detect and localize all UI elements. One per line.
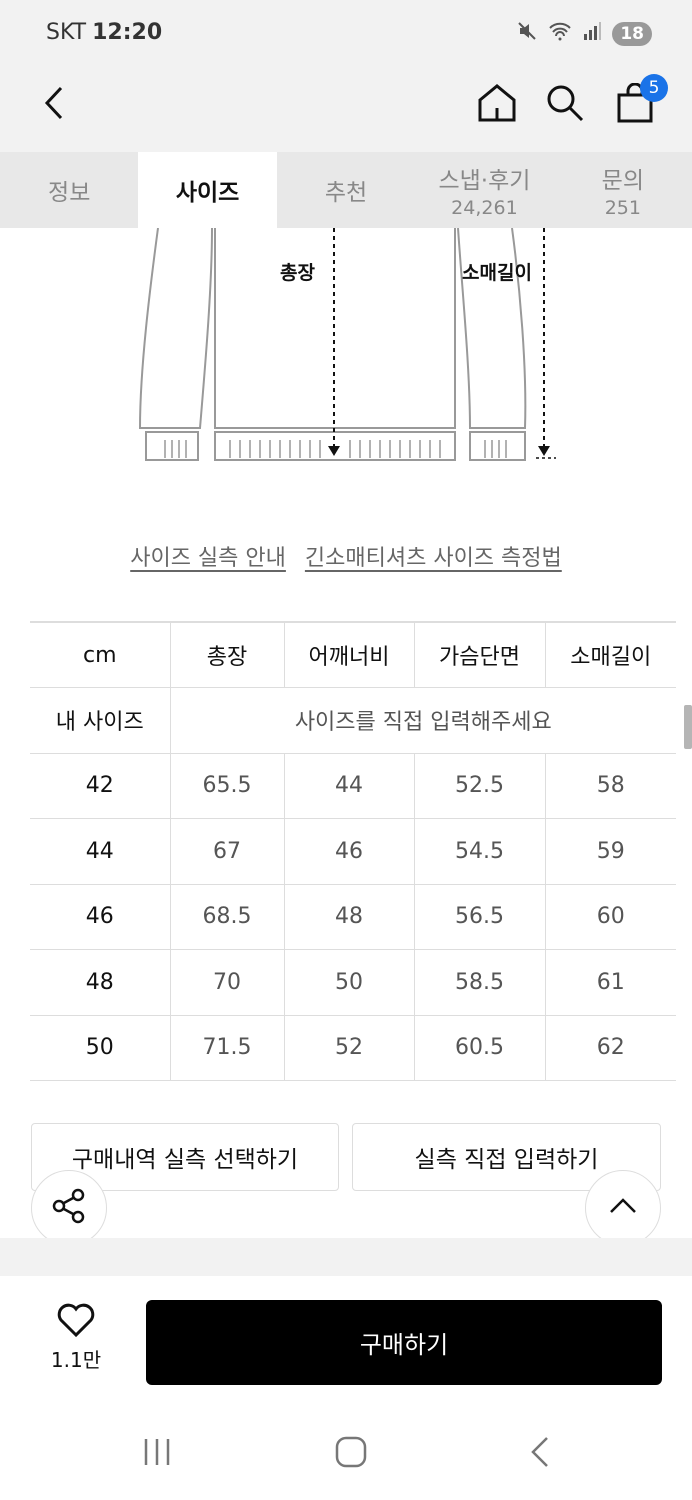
- table-row: 50 71.5 52 60.5 62: [30, 1015, 676, 1081]
- shirt-outline: [138, 227, 556, 461]
- size-cell: 48: [30, 949, 171, 1016]
- search-button[interactable]: [540, 80, 590, 130]
- value-cell: 67: [170, 818, 285, 885]
- size-cell: 46: [30, 884, 171, 950]
- tab-recommend[interactable]: 추천: [277, 152, 415, 228]
- header-cell: 가슴단면: [414, 621, 546, 688]
- tab-count: 251: [604, 197, 641, 219]
- heart-icon: [56, 1303, 96, 1342]
- value-cell: 65.5: [170, 753, 285, 819]
- size-cell: 44: [30, 818, 171, 885]
- value-cell: 68.5: [170, 884, 285, 950]
- chevron-up-icon: [608, 1197, 638, 1219]
- back-nav-icon[interactable]: [529, 1435, 551, 1473]
- carrier: SKT: [46, 20, 87, 45]
- value-cell: 56.5: [414, 884, 546, 950]
- value-cell: 61: [545, 949, 676, 1016]
- value-cell: 60.5: [414, 1015, 546, 1081]
- home-icon: [476, 82, 518, 128]
- home-nav-icon[interactable]: [334, 1435, 368, 1473]
- table-row: 44 67 46 54.5 59: [30, 818, 676, 885]
- size-links: 사이즈 실측 안내 긴소매티셔츠 사이즈 측정법: [0, 540, 692, 572]
- table-row: 46 68.5 48 56.5 60: [30, 884, 676, 950]
- tab-reviews[interactable]: 스냅·후기 24,261: [415, 152, 553, 228]
- product-tabs: 정보 사이즈 추천 스냅·후기 24,261 문의 251: [0, 152, 692, 228]
- status-bar: SKT 12:20 18: [0, 0, 692, 66]
- total-length-label: 총장: [280, 262, 315, 284]
- share-icon: [50, 1187, 88, 1229]
- buy-button[interactable]: 구매하기: [146, 1300, 662, 1385]
- table-header-row: cm 총장 어깨너비 가슴단면 소매길이: [30, 621, 676, 688]
- my-size-label: 내 사이즈: [30, 687, 171, 754]
- cart-button[interactable]: 5: [610, 74, 668, 130]
- value-cell: 59: [545, 818, 676, 885]
- value-cell: 70: [170, 949, 285, 1016]
- chevron-left-icon: [43, 85, 67, 125]
- table-row: 42 65.5 44 52.5 58: [30, 753, 676, 819]
- value-cell: 46: [284, 818, 415, 885]
- scrollbar-thumb[interactable]: [684, 705, 692, 749]
- tab-count: 24,261: [451, 197, 518, 219]
- battery-badge: 18: [612, 21, 652, 46]
- my-size-input-prompt[interactable]: 사이즈를 직접 입력해주세요: [170, 687, 676, 754]
- value-cell: 50: [284, 949, 415, 1016]
- tab-label: 스냅·후기: [438, 168, 531, 194]
- home-button[interactable]: [472, 80, 522, 130]
- table-row: 48 70 50 58.5 61: [30, 949, 676, 1016]
- header-cell: 총장: [170, 621, 285, 688]
- section-divider: [0, 1238, 692, 1276]
- size-cell: 50: [30, 1015, 171, 1081]
- back-button[interactable]: [30, 80, 80, 130]
- top-app-bar: 5: [0, 66, 692, 152]
- signal-icon: [582, 21, 602, 46]
- scroll-top-button[interactable]: [585, 1170, 661, 1246]
- size-diagram: 총장 소매길이: [0, 227, 692, 478]
- tab-size[interactable]: 사이즈: [138, 152, 277, 228]
- value-cell: 71.5: [170, 1015, 285, 1081]
- tab-label: 정보: [48, 180, 91, 206]
- system-nav-bar: [0, 1408, 692, 1500]
- clock: 12:20: [92, 20, 163, 45]
- recent-apps-icon[interactable]: [141, 1436, 173, 1472]
- tab-inquiry[interactable]: 문의 251: [554, 152, 692, 228]
- sleeve-length-label: 소매길이: [462, 262, 532, 284]
- tab-label: 문의: [601, 168, 644, 194]
- value-cell: 62: [545, 1015, 676, 1081]
- size-cell: 42: [30, 753, 171, 819]
- value-cell: 44: [284, 753, 415, 819]
- like-button[interactable]: 1.1만: [40, 1302, 112, 1373]
- tab-info[interactable]: 정보: [0, 152, 138, 228]
- my-size-row: 내 사이즈 사이즈를 직접 입력해주세요: [30, 687, 676, 754]
- header-cell: 소매길이: [545, 621, 676, 688]
- value-cell: 52.5: [414, 753, 546, 819]
- size-table: cm 총장 어깨너비 가슴단면 소매길이 내 사이즈 사이즈를 직접 입력해주세…: [30, 621, 676, 1081]
- share-button[interactable]: [31, 1170, 107, 1246]
- tab-label: 사이즈: [175, 180, 240, 206]
- mute-icon: [516, 20, 538, 47]
- status-icons: 18: [516, 20, 652, 47]
- value-cell: 60: [545, 884, 676, 950]
- wifi-icon: [548, 21, 572, 46]
- header-cell: 어깨너비: [284, 621, 415, 688]
- tab-label: 추천: [324, 180, 368, 206]
- header-cell: cm: [30, 621, 171, 688]
- value-cell: 48: [284, 884, 415, 950]
- status-left: SKT 12:20: [46, 20, 162, 45]
- value-cell: 58: [545, 753, 676, 819]
- cart-count-badge: 5: [640, 74, 668, 102]
- search-icon: [545, 83, 585, 127]
- value-cell: 54.5: [414, 818, 546, 885]
- value-cell: 58.5: [414, 949, 546, 1016]
- like-count: 1.1만: [50, 1348, 102, 1372]
- value-cell: 52: [284, 1015, 415, 1081]
- measure-method-link[interactable]: 긴소매티셔츠 사이즈 측정법: [305, 546, 562, 571]
- size-guide-link[interactable]: 사이즈 실측 안내: [130, 546, 286, 571]
